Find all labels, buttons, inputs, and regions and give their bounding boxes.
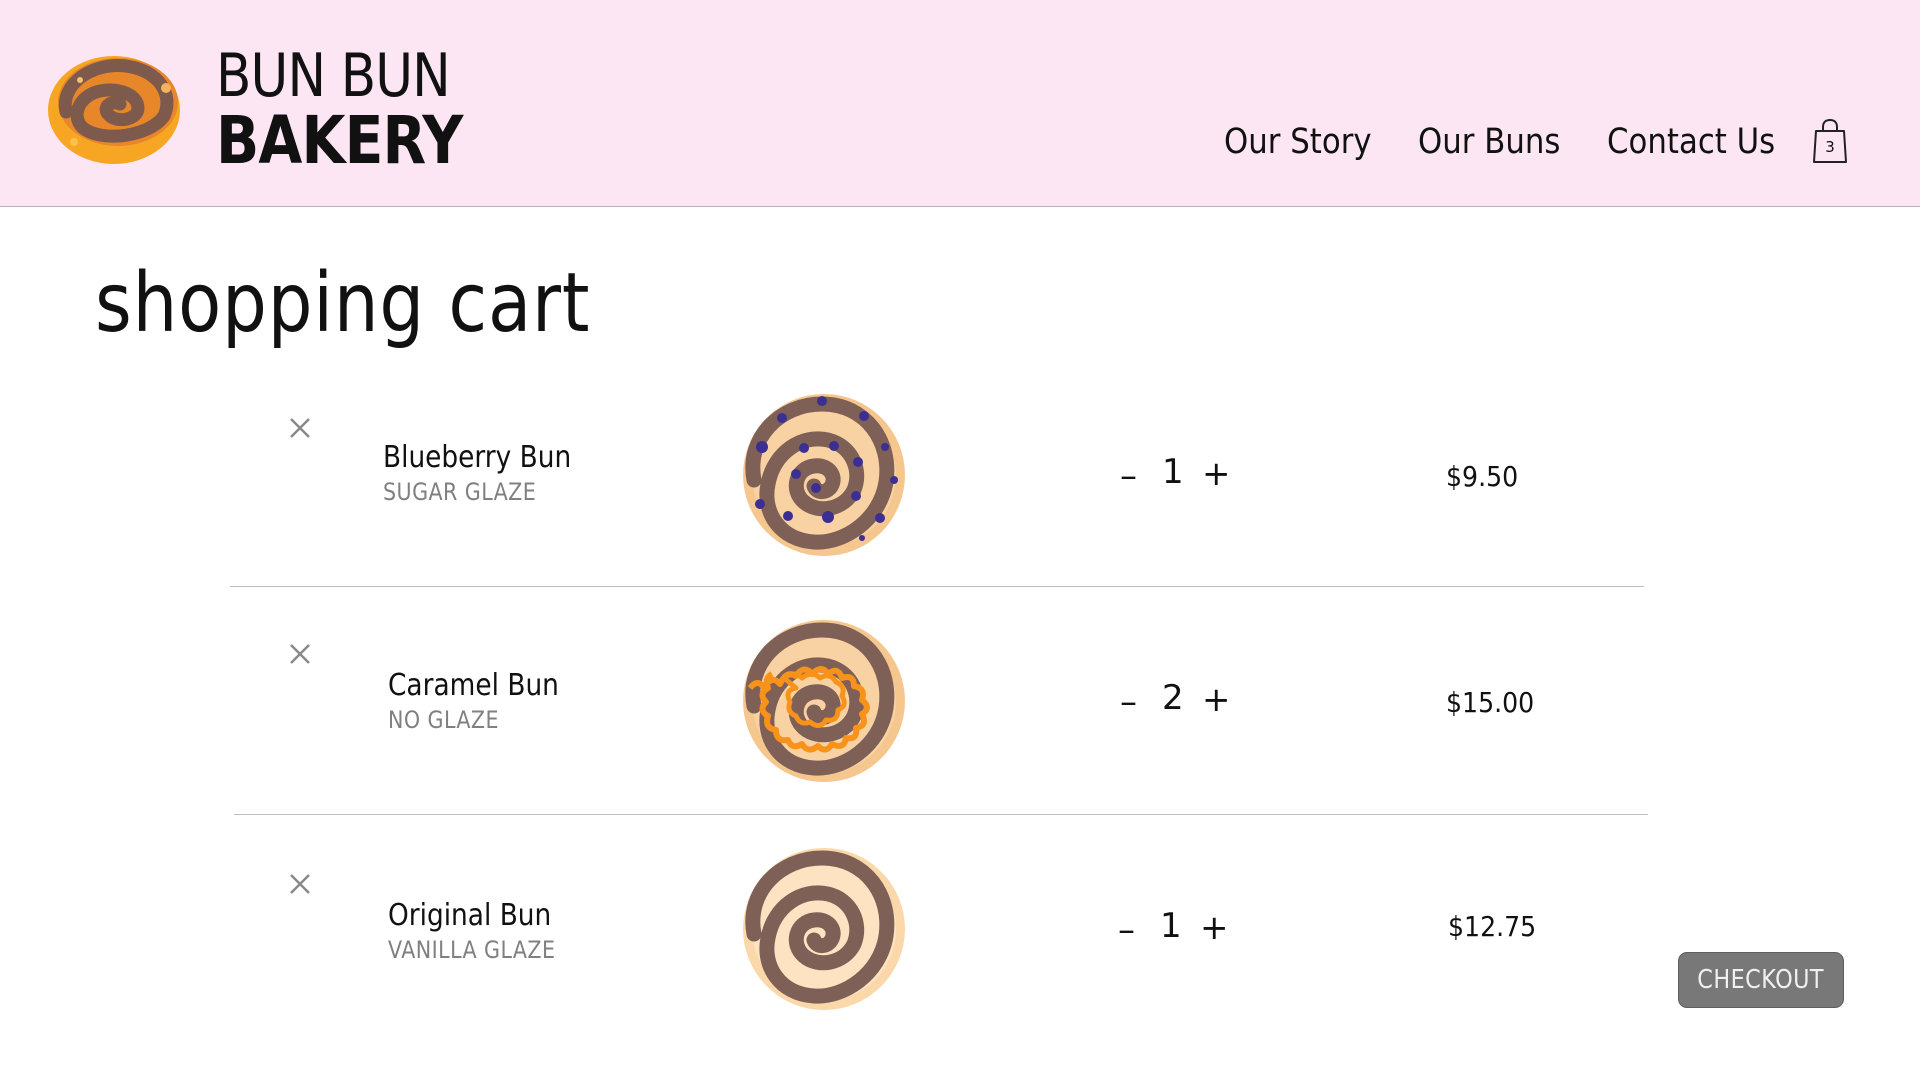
- original-bun-icon: [743, 848, 905, 1010]
- nav-link-our-story[interactable]: Our Story: [1224, 122, 1372, 162]
- quantity-value: 1: [1160, 906, 1182, 946]
- quantity-increase-button[interactable]: +: [1202, 454, 1231, 494]
- remove-item-close-icon[interactable]: [286, 414, 314, 442]
- cart-item-row: Caramel Bun NO GLAZE – 2 + $15.00: [0, 606, 1920, 832]
- item-glaze: NO GLAZE: [388, 706, 499, 734]
- quantity-increase-button[interactable]: +: [1200, 908, 1229, 948]
- remove-item-close-icon[interactable]: [286, 870, 314, 898]
- blueberry-bun-icon: [743, 394, 905, 556]
- item-name: Caramel Bun: [388, 668, 559, 703]
- item-glaze: SUGAR GLAZE: [383, 478, 537, 506]
- quantity-decrease-button[interactable]: –: [1120, 682, 1137, 722]
- checkout-button-label: CHECKOUT: [1697, 965, 1825, 995]
- item-price: $9.50: [1446, 460, 1519, 493]
- nav-link-contact-us[interactable]: Contact Us: [1607, 122, 1775, 162]
- item-name: Blueberry Bun: [383, 440, 572, 475]
- quantity-decrease-button[interactable]: –: [1118, 910, 1135, 950]
- quantity-decrease-button[interactable]: –: [1120, 456, 1137, 496]
- quantity-value: 1: [1162, 452, 1184, 492]
- item-name: Original Bun: [388, 898, 552, 933]
- site-header: BUN BUN BAKERY Our Story Our Buns Contac…: [0, 0, 1920, 207]
- cart-item-row: Blueberry Bun SUGAR GLAZE – 1 + $9.50: [0, 380, 1920, 606]
- page-title: shopping cart: [95, 256, 591, 351]
- row-divider: [230, 586, 1644, 587]
- checkout-button[interactable]: CHECKOUT: [1678, 952, 1844, 1008]
- brand-name[interactable]: BUN BUN BAKERY: [216, 46, 503, 174]
- item-price: $12.75: [1448, 910, 1537, 943]
- row-divider: [234, 814, 1648, 815]
- item-price: $15.00: [1446, 686, 1535, 719]
- quantity-value: 2: [1162, 678, 1184, 718]
- caramel-bun-icon: [743, 620, 905, 782]
- quantity-increase-button[interactable]: +: [1202, 680, 1231, 720]
- cart-count-badge: 3: [1825, 138, 1835, 156]
- cart-item-row: Original Bun VANILLA GLAZE – 1 + $12.75: [0, 836, 1920, 1062]
- nav-link-our-buns[interactable]: Our Buns: [1418, 122, 1560, 162]
- cinnamon-bun-logo-icon[interactable]: [46, 50, 184, 168]
- item-glaze: VANILLA GLAZE: [388, 936, 556, 964]
- remove-item-close-icon[interactable]: [286, 640, 314, 668]
- brand-line-bun-bun: BUN BUN: [216, 41, 451, 111]
- brand-line-bakery: BAKERY: [216, 102, 463, 179]
